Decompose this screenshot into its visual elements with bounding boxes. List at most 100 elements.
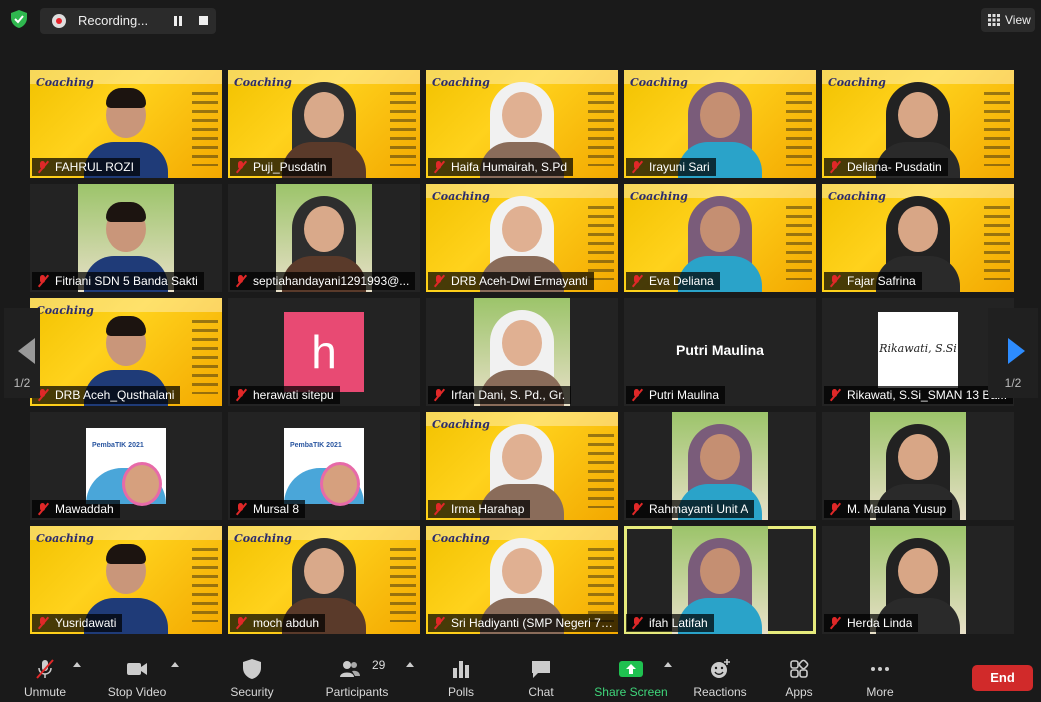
participant-name: DRB Aceh_Qusthalani [55, 388, 175, 402]
participant-tile[interactable]: PembaTIK 2021 Mawaddah [30, 412, 222, 520]
participants-label: Participants [325, 685, 389, 699]
participant-nameplate: Puji_Pusdatin [230, 158, 333, 176]
participant-tile[interactable]: ifah Latifah [624, 526, 816, 634]
face-shape [700, 206, 740, 252]
muted-microphone-icon [431, 160, 447, 174]
participant-tile[interactable]: Coaching Sri Hadiyanti (SMP Negeri 7 L... [426, 526, 618, 634]
participant-tile[interactable]: Herda Linda [822, 526, 1014, 634]
share-screen-button[interactable]: Share Screen [594, 648, 668, 702]
view-button[interactable]: View [981, 8, 1035, 32]
participant-tile[interactable]: Putri Maulina Putri Maulina [624, 298, 816, 406]
participant-nameplate: ifah Latifah [626, 614, 714, 632]
face-shape [304, 548, 344, 594]
participant-name: Herda Linda [847, 616, 913, 630]
banner-schedule-graphic [588, 206, 614, 280]
muted-microphone-icon [35, 160, 51, 174]
participant-tile[interactable]: Fitriani SDN 5 Banda Sakti [30, 184, 222, 292]
muted-microphone-icon [629, 388, 645, 402]
muted-microphone-icon [827, 502, 843, 516]
banner-schedule-graphic [984, 92, 1010, 166]
participant-tile[interactable]: Coaching Fajar Safrina [822, 184, 1014, 292]
participant-nameplate: Mawaddah [32, 500, 120, 518]
participant-tile[interactable]: Coaching DRB Aceh_Qusthalani [30, 298, 222, 406]
more-label: More [866, 685, 894, 699]
end-meeting-button[interactable]: End [972, 665, 1033, 691]
share-options-caret-icon[interactable] [664, 662, 672, 667]
participant-nameplate: Irma Harahap [428, 500, 531, 518]
banner-schedule-graphic [786, 92, 812, 166]
participant-tile[interactable]: M. Maulana Yusup [822, 412, 1014, 520]
participant-tile[interactable]: Coaching Irma Harahap [426, 412, 618, 520]
security-button[interactable]: Security [222, 648, 282, 702]
participant-tile[interactable]: Coaching Deliana- Pusdatin [822, 70, 1014, 178]
audio-options-caret-icon[interactable] [73, 662, 81, 667]
face-shape [502, 206, 542, 252]
hair-shape [106, 202, 146, 222]
muted-microphone-icon [827, 160, 843, 174]
pause-recording-icon[interactable] [172, 15, 184, 27]
participant-tile[interactable]: Coaching Eva Deliana [624, 184, 816, 292]
participant-nameplate: Eva Deliana [626, 272, 720, 290]
participant-tile[interactable]: Coaching Puji_Pusdatin [228, 70, 420, 178]
participant-tile[interactable]: PembaTIK 2021 Mursal 8 [228, 412, 420, 520]
participant-tile[interactable]: h herawati sitepu [228, 298, 420, 406]
participant-nameplate: Fajar Safrina [824, 272, 922, 290]
participant-name: herawati sitepu [253, 388, 334, 402]
face-shape [898, 206, 938, 252]
muted-microphone-icon [35, 502, 51, 516]
participant-nameplate: septiahandayani1291993@... [230, 272, 416, 290]
stop-video-button[interactable]: Stop Video [104, 648, 170, 702]
security-shield-icon[interactable] [9, 9, 29, 29]
stop-video-label: Stop Video [107, 685, 167, 699]
apps-button[interactable]: Apps [774, 648, 824, 702]
unmute-button[interactable]: Unmute [14, 648, 76, 702]
participant-tile[interactable]: Rahmayanti Unit A [624, 412, 816, 520]
muted-microphone-icon [629, 502, 645, 516]
participant-name: Mawaddah [55, 502, 114, 516]
video-camera-icon [127, 663, 147, 675]
participant-name: Yusridawati [55, 616, 117, 630]
stop-recording-icon[interactable] [199, 16, 208, 25]
shield-icon [243, 659, 261, 679]
video-options-caret-icon[interactable] [171, 662, 179, 667]
participant-name: Rahmayanti Unit A [649, 502, 749, 516]
next-page-button[interactable]: 1/2 [988, 308, 1038, 398]
participant-nameplate: FAHRUL ROZI [32, 158, 140, 176]
participant-nameplate: Fitriani SDN 5 Banda Sakti [32, 272, 204, 290]
polls-button[interactable]: Polls [436, 648, 486, 702]
chat-button[interactable]: Chat [516, 648, 566, 702]
participant-tile[interactable]: Coaching Yusridawati [30, 526, 222, 634]
participant-tile[interactable]: septiahandayani1291993@... [228, 184, 420, 292]
muted-microphone-icon [233, 160, 249, 174]
arrow-left-icon [18, 338, 35, 364]
participant-tile[interactable]: Coaching FAHRUL ROZI [30, 70, 222, 178]
muted-microphone-icon [827, 274, 843, 288]
muted-microphone-icon [629, 160, 645, 174]
participant-nameplate: herawati sitepu [230, 386, 340, 404]
participant-tile[interactable]: Rikawati, S.Si Rikawati, S.Si_SMAN 13 Ba.… [822, 298, 1014, 406]
reactions-icon [711, 659, 730, 678]
security-label: Security [230, 685, 274, 699]
muted-microphone-icon [35, 274, 51, 288]
participant-tile[interactable]: Coaching Haifa Humairah, S.Pd [426, 70, 618, 178]
face-shape [700, 434, 740, 480]
participant-tile[interactable]: Irfan Dani, S. Pd., Gr. [426, 298, 618, 406]
previous-page-button[interactable]: 1/2 [4, 308, 40, 398]
face-shape [304, 92, 344, 138]
banner-schedule-graphic [588, 92, 614, 166]
participant-tile[interactable]: Coaching Irayuni Sari [624, 70, 816, 178]
participant-name: Putri Maulina [649, 388, 720, 402]
participants-options-caret-icon[interactable] [406, 662, 414, 667]
reactions-button[interactable]: Reactions [690, 648, 750, 702]
more-dots-icon [871, 667, 889, 671]
muted-microphone-icon [431, 616, 447, 630]
participants-button[interactable]: 29 Participants [320, 648, 394, 702]
participant-name: Eva Deliana [649, 274, 714, 288]
participant-nameplate: Irfan Dani, S. Pd., Gr. [428, 386, 572, 404]
participant-tile[interactable]: Coaching DRB Aceh-Dwi Ermayanti [426, 184, 618, 292]
participant-name: Deliana- Pusdatin [847, 160, 942, 174]
participant-tile[interactable]: Coaching moch abduh [228, 526, 420, 634]
face-shape [700, 548, 740, 594]
more-button[interactable]: More [855, 648, 905, 702]
arrow-right-icon [1008, 338, 1025, 364]
